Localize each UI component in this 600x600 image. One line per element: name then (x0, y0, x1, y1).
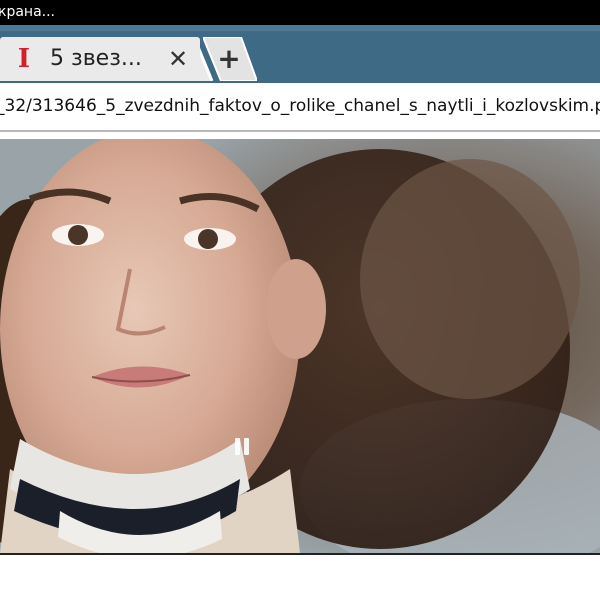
address-bar[interactable]: _32/313646_5_zvezdnih_faktov_o_rolike_ch… (0, 83, 600, 132)
tab-active[interactable]: I 5 звез... ✕ (0, 37, 200, 81)
status-bar: крана... (0, 0, 600, 25)
status-bar-text: крана... (0, 4, 56, 20)
tab-strip-divider (0, 25, 600, 31)
favicon-icon: I (17, 44, 31, 74)
pause-icon[interactable] (233, 438, 251, 456)
close-icon[interactable]: ✕ (166, 45, 190, 73)
tab-title: 5 звез... (50, 46, 142, 71)
new-tab-button[interactable]: + (207, 43, 251, 75)
video-frame (0, 139, 600, 553)
tab-strip: I 5 звез... ✕ + (0, 25, 600, 83)
video-player[interactable] (0, 139, 600, 553)
video-bottom-border (0, 553, 600, 555)
url-text[interactable]: _32/313646_5_zvezdnih_faktov_o_rolike_ch… (0, 91, 600, 121)
